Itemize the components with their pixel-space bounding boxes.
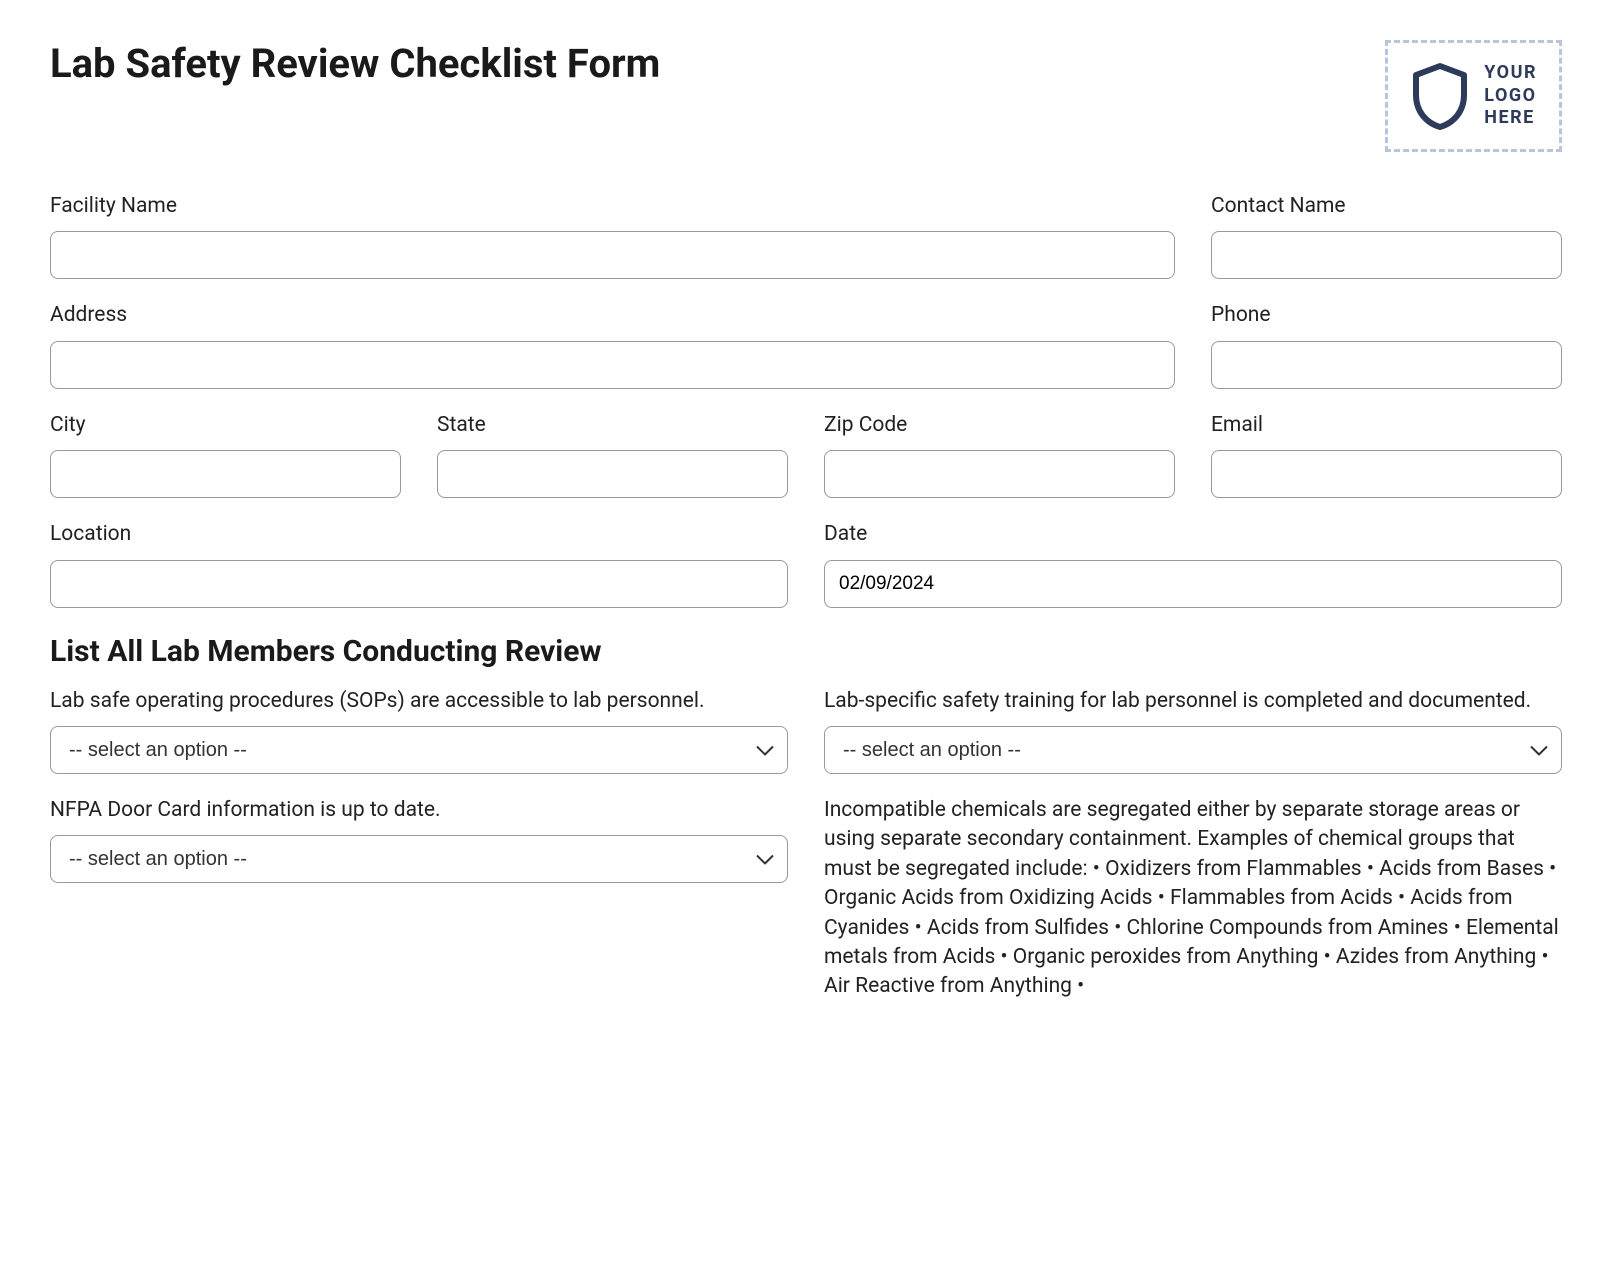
training-select[interactable]: -- select an option -- <box>824 726 1562 774</box>
question-training: Lab-specific safety training for lab per… <box>824 687 1562 774</box>
question-label: Lab-specific safety training for lab per… <box>824 687 1562 716</box>
zip-input[interactable] <box>824 450 1175 498</box>
address-input[interactable] <box>50 341 1175 389</box>
logo-text-line: HERE <box>1484 107 1537 130</box>
label-contact-name: Contact Name <box>1211 192 1562 221</box>
logo-text-line: LOGO <box>1484 85 1537 108</box>
question-incompatible-chemicals: Incompatible chemicals are segregated ei… <box>824 796 1562 1012</box>
page-title: Lab Safety Review Checklist Form <box>50 40 660 87</box>
field-facility-name: Facility Name <box>50 192 1175 279</box>
city-input[interactable] <box>50 450 401 498</box>
select-wrap: -- select an option -- <box>824 726 1562 774</box>
select-wrap: -- select an option -- <box>50 726 788 774</box>
field-contact-name: Contact Name <box>1211 192 1562 279</box>
field-city: City <box>50 411 401 498</box>
logo-text: YOUR LOGO HERE <box>1484 62 1537 130</box>
label-zip: Zip Code <box>824 411 1175 440</box>
section-heading-members: List All Lab Members Conducting Review <box>50 634 1562 669</box>
field-location: Location <box>50 520 788 607</box>
field-date: Date <box>824 520 1562 607</box>
select-wrap: -- select an option -- <box>50 835 788 883</box>
field-state: State <box>437 411 788 498</box>
header: Lab Safety Review Checklist Form YOUR LO… <box>50 40 1562 152</box>
facility-name-input[interactable] <box>50 231 1175 279</box>
field-email: Email <box>1211 411 1562 498</box>
field-zip: Zip Code <box>824 411 1175 498</box>
question-nfpa: NFPA Door Card information is up to date… <box>50 796 788 1012</box>
question-sops: Lab safe operating procedures (SOPs) are… <box>50 687 788 774</box>
sops-select[interactable]: -- select an option -- <box>50 726 788 774</box>
question-label: Incompatible chemicals are segregated ei… <box>824 796 1562 1002</box>
contact-name-input[interactable] <box>1211 231 1562 279</box>
label-facility-name: Facility Name <box>50 192 1175 221</box>
label-date: Date <box>824 520 1562 549</box>
question-label: NFPA Door Card information is up to date… <box>50 796 788 825</box>
label-city: City <box>50 411 401 440</box>
state-input[interactable] <box>437 450 788 498</box>
label-email: Email <box>1211 411 1562 440</box>
form-grid: Facility Name Contact Name Address Phone… <box>50 192 1562 1034</box>
logo-placeholder: YOUR LOGO HERE <box>1385 40 1562 152</box>
label-state: State <box>437 411 788 440</box>
phone-input[interactable] <box>1211 341 1562 389</box>
label-phone: Phone <box>1211 301 1562 330</box>
label-address: Address <box>50 301 1175 330</box>
location-input[interactable] <box>50 560 788 608</box>
date-input[interactable] <box>824 560 1562 608</box>
field-phone: Phone <box>1211 301 1562 388</box>
shield-icon <box>1410 61 1470 131</box>
email-input[interactable] <box>1211 450 1562 498</box>
nfpa-select[interactable]: -- select an option -- <box>50 835 788 883</box>
field-address: Address <box>50 301 1175 388</box>
question-label: Lab safe operating procedures (SOPs) are… <box>50 687 788 716</box>
form-page: Lab Safety Review Checklist Form YOUR LO… <box>0 0 1612 1264</box>
logo-text-line: YOUR <box>1484 62 1537 85</box>
label-location: Location <box>50 520 788 549</box>
